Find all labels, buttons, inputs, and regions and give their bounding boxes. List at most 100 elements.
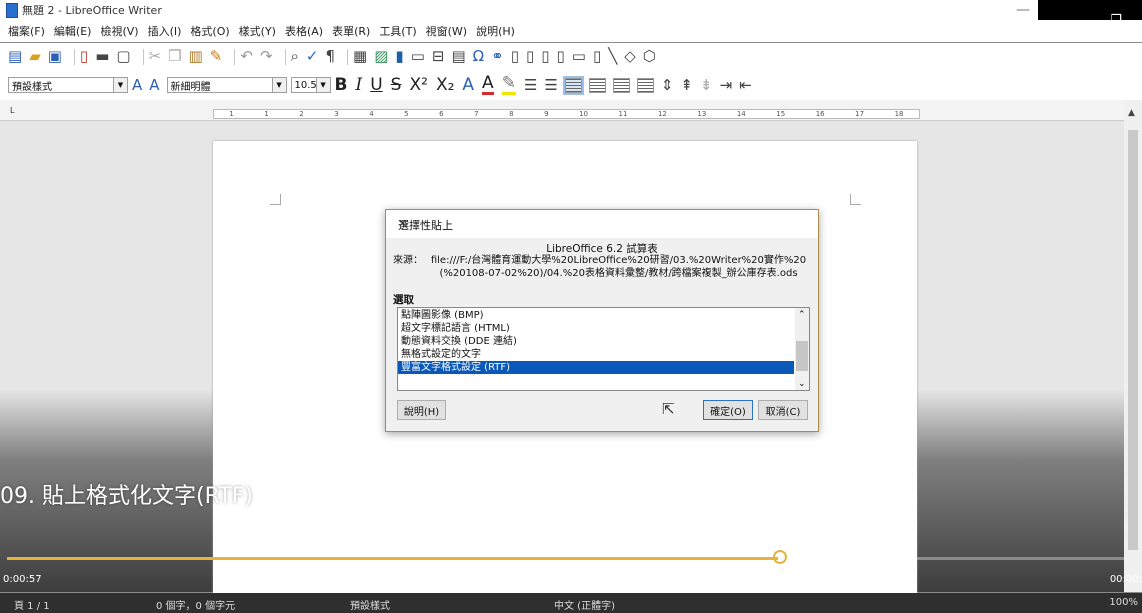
page-indicator[interactable]: 頁 1 / 1	[14, 597, 50, 612]
menu-file[interactable]: 檔案(F)	[8, 23, 45, 39]
cross-reference-icon[interactable]: ▯	[556, 49, 564, 64]
clear-formatting-icon[interactable]: A	[462, 76, 474, 94]
insert-chart-icon[interactable]: ▮	[395, 49, 403, 64]
copy-icon[interactable]: ❐	[168, 49, 181, 64]
track-changes-icon[interactable]: ▯	[593, 49, 601, 64]
language[interactable]: 中文 (正體字)	[554, 597, 615, 612]
scroll-up-icon[interactable]: ▲	[1128, 108, 1135, 118]
formatting-marks-icon[interactable]: ¶	[326, 49, 336, 64]
zoom-level[interactable]: 100%	[1109, 597, 1138, 608]
print-preview-icon[interactable]: ▢	[116, 49, 130, 64]
undo-icon[interactable]: ↶	[240, 49, 253, 64]
align-right-icon[interactable]	[612, 77, 630, 93]
tab-stop-selector[interactable]: L	[10, 106, 14, 115]
align-left-icon[interactable]	[562, 75, 584, 95]
clone-formatting-icon[interactable]: ✎	[210, 49, 223, 64]
insert-textbox-icon[interactable]: ▭	[411, 49, 425, 64]
menu-styles[interactable]: 樣式(Y)	[239, 23, 276, 39]
menu-table[interactable]: 表格(A)	[285, 23, 323, 39]
video-timeline[interactable]	[7, 557, 1124, 560]
list-item[interactable]: 動態資料交換 (DDE 連結)	[401, 335, 517, 348]
cancel-button[interactable]: 取消(C)	[758, 400, 808, 420]
list-item[interactable]: 無格式設定的文字	[401, 348, 481, 361]
menu-form[interactable]: 表單(R)	[332, 23, 370, 39]
page-style[interactable]: 預設樣式	[350, 597, 390, 612]
paragraph-style-combo[interactable]: 預設樣式 ▼	[8, 77, 128, 93]
update-style-icon[interactable]: A	[132, 77, 142, 93]
chevron-down-icon[interactable]: ⌄	[798, 379, 806, 389]
insert-field-icon[interactable]: ▤	[451, 49, 465, 64]
menu-edit[interactable]: 編輯(E)	[54, 23, 92, 39]
menu-insert[interactable]: 插入(I)	[148, 23, 182, 39]
help-button[interactable]: 說明(H)	[397, 400, 446, 420]
menu-window[interactable]: 視窗(W)	[426, 23, 467, 39]
decrease-indent-icon[interactable]: ⇤	[739, 77, 752, 93]
strikethrough-icon[interactable]: S	[391, 76, 402, 94]
numbering-icon[interactable]: ☰	[544, 77, 557, 93]
time-elapsed: 0:00:57	[3, 574, 42, 585]
cut-icon[interactable]: ✂	[149, 49, 162, 64]
insert-image-icon[interactable]: ▨	[374, 49, 388, 64]
insert-table-icon[interactable]: ▦	[353, 49, 367, 64]
endnote-icon[interactable]: ▯	[526, 49, 534, 64]
menu-format[interactable]: 格式(O)	[190, 23, 229, 39]
vertical-scrollbar[interactable]: ▲	[1124, 100, 1142, 592]
line-icon[interactable]: ╲	[608, 49, 617, 64]
redo-icon[interactable]: ↷	[260, 49, 273, 64]
chevron-up-icon[interactable]: ⌃	[798, 310, 806, 320]
new-style-icon[interactable]: A	[149, 77, 159, 93]
chevron-down-icon[interactable]: ▼	[271, 78, 286, 92]
basic-shapes-icon[interactable]: ◇	[624, 49, 636, 64]
italic-icon[interactable]: I	[356, 76, 363, 94]
hyperlink-icon[interactable]: ⚭	[491, 49, 504, 64]
format-listbox[interactable]: 點陣圖影像 (BMP) 超文字標記語言 (HTML) 動態資料交換 (DDE 連…	[397, 307, 810, 391]
bullets-icon[interactable]: ☰	[524, 77, 537, 93]
special-character-icon[interactable]: Ω	[473, 49, 484, 64]
underline-icon[interactable]: U	[370, 76, 382, 94]
bookmark-icon[interactable]: ▯	[541, 49, 549, 64]
scroll-thumb[interactable]	[1128, 130, 1138, 550]
decrease-paragraph-spacing-icon[interactable]: ⇟	[700, 77, 713, 93]
ruler-mark: 14	[736, 110, 746, 118]
menu-help[interactable]: 說明(H)	[476, 23, 515, 39]
superscript-icon[interactable]: X²	[409, 76, 427, 94]
increase-paragraph-spacing-icon[interactable]: ⇞	[680, 77, 693, 93]
list-item[interactable]: 超文字標記語言 (HTML)	[401, 322, 510, 335]
new-document-icon[interactable]: ▤	[8, 49, 22, 64]
chevron-down-icon[interactable]: ▼	[315, 78, 330, 92]
bold-icon[interactable]: B	[335, 76, 348, 94]
font-name-combo[interactable]: 新細明體 ▼	[166, 77, 287, 93]
font-color-icon[interactable]: A	[482, 75, 494, 95]
insert-page-break-icon[interactable]: ⊟	[432, 49, 445, 64]
horizontal-ruler[interactable]: 1 1 2 3 4 5 6 7 8 9 10 11 12 13 14 15 16…	[213, 109, 920, 119]
spelling-icon[interactable]: ✓	[306, 49, 319, 64]
listbox-scroll-thumb[interactable]	[796, 341, 808, 371]
justify-icon[interactable]	[636, 77, 654, 93]
list-item-selected[interactable]: 豐富文字格式設定 (RTF)	[398, 361, 794, 374]
save-icon[interactable]: ▣	[48, 49, 62, 64]
close-icon[interactable]: ✕	[398, 217, 807, 230]
open-folder-icon[interactable]: ▰	[29, 49, 41, 64]
minimize-hint[interactable]: —	[1016, 2, 1030, 18]
comment-icon[interactable]: ▭	[572, 49, 586, 64]
listbox-scrollbar[interactable]: ⌃ ⌄	[795, 308, 809, 390]
word-count[interactable]: 0 個字，0 個字元	[156, 597, 235, 612]
export-pdf-icon[interactable]: ▯	[80, 49, 88, 64]
paste-icon[interactable]: ▥	[189, 49, 203, 64]
font-size-combo[interactable]: 10.5 ▼	[290, 77, 331, 93]
find-replace-icon[interactable]: ⌕	[291, 49, 299, 64]
menu-view[interactable]: 檢視(V)	[100, 23, 138, 39]
line-spacing-icon[interactable]: ⇕	[661, 77, 674, 93]
ok-button[interactable]: 確定(O)	[703, 400, 753, 420]
menu-tools[interactable]: 工具(T)	[379, 23, 416, 39]
list-item[interactable]: 點陣圖影像 (BMP)	[401, 309, 484, 322]
increase-indent-icon[interactable]: ⇥	[720, 77, 733, 93]
highlight-color-icon[interactable]: ✎	[501, 75, 516, 95]
align-center-icon[interactable]	[588, 77, 606, 93]
timeline-knob[interactable]	[773, 550, 787, 564]
subscript-icon[interactable]: X₂	[436, 76, 454, 94]
print-icon[interactable]: ▬	[95, 49, 109, 64]
chevron-down-icon[interactable]: ▼	[113, 78, 127, 92]
footnote-icon[interactable]: ▯	[511, 49, 519, 64]
shapes-more-icon[interactable]: ⬡	[643, 49, 656, 64]
